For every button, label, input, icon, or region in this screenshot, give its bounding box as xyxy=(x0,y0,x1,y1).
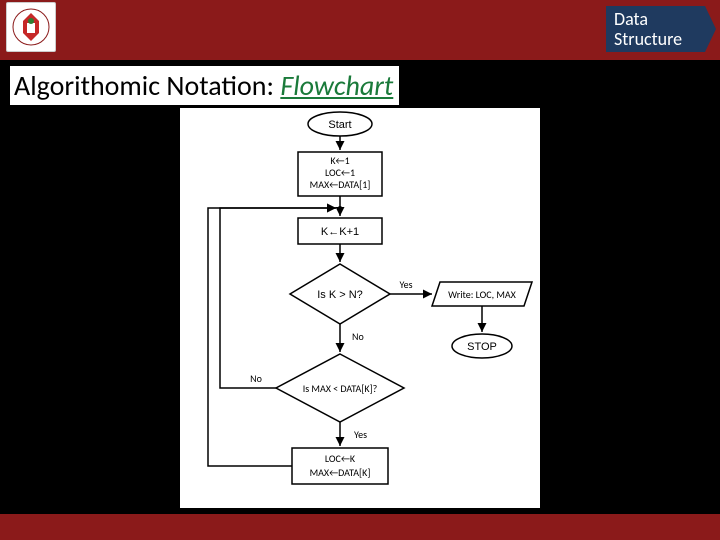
fc-cond2-yes: Yes xyxy=(354,428,367,441)
fc-start: Start xyxy=(328,119,351,131)
subtitle-keyword: Flowchart xyxy=(280,68,393,103)
fc-cond1-no: No xyxy=(352,330,364,343)
footer-bar xyxy=(0,514,720,540)
fc-update-l2: MAX←DATA[K] xyxy=(310,466,371,479)
fc-init-l3: MAX←DATA[1] xyxy=(310,178,371,191)
badge-line1: Data xyxy=(614,10,708,30)
topic-badge: Data Structure xyxy=(606,6,716,52)
fc-cond2-no: No xyxy=(250,372,262,385)
university-logo xyxy=(6,2,56,52)
fc-increment: K←K+1 xyxy=(321,226,359,238)
slide-subtitle: Algorithomic Notation: Flowchart xyxy=(10,66,399,105)
fc-cond1-yes: Yes xyxy=(399,278,412,291)
fc-stop: STOP xyxy=(467,341,497,353)
fc-update-l1: LOC←K xyxy=(325,452,356,465)
flowchart-diagram: Start K←1 LOC←1 MAX←DATA[1] K←K+1 Is K >… xyxy=(180,108,540,508)
subtitle-prefix: Algorithomic Notation: xyxy=(14,68,280,103)
fc-cond2: Is MAX < DATA[K]? xyxy=(303,382,378,395)
fc-cond1: Is K > N? xyxy=(317,289,363,301)
fc-output: Write: LOC, MAX xyxy=(448,288,517,301)
badge-line2: Structure xyxy=(614,30,708,50)
